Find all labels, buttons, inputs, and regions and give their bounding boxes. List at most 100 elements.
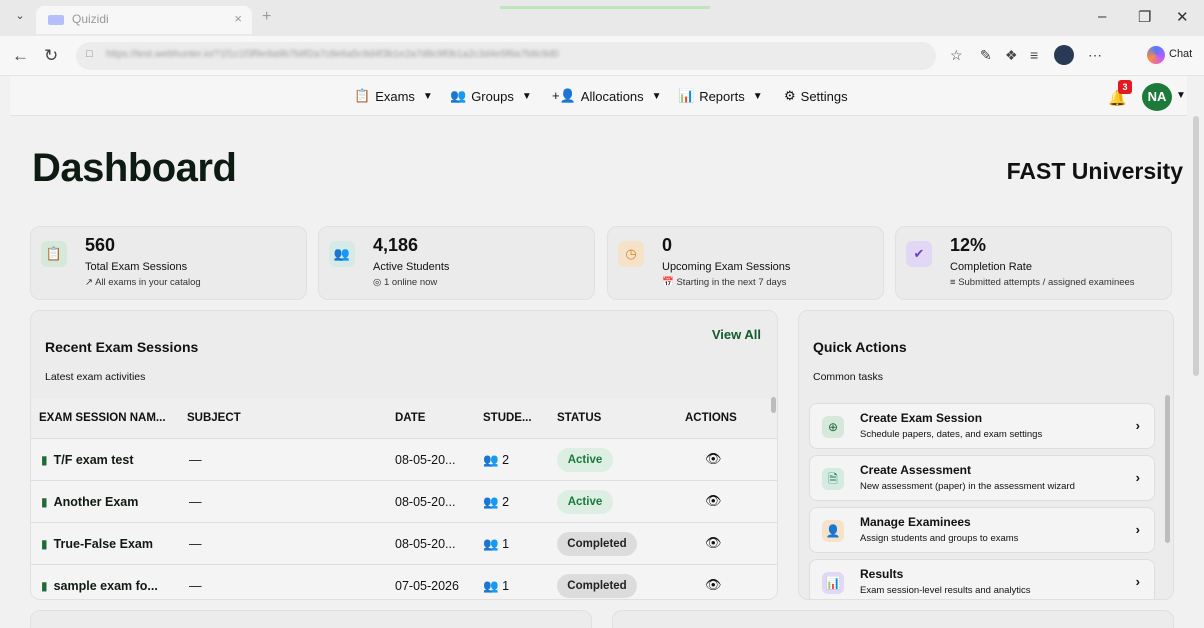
date-cell: 08-05-20... — [395, 453, 456, 467]
clock-icon: ◷ — [618, 241, 644, 267]
user-plus-icon: 👤 — [822, 520, 844, 542]
exam-name-cell: ▮ T/F exam test — [41, 453, 134, 467]
column-header-actions: ACTIONS — [685, 412, 737, 424]
tab-list-chevron-icon[interactable]: ⌄ — [10, 9, 30, 27]
check-circle-icon: ✔ — [906, 241, 932, 267]
stat-value: 0 — [662, 235, 673, 255]
quick-action-title: Create Exam Session — [860, 411, 983, 425]
chat-button[interactable]: Chat — [1169, 48, 1192, 60]
bottom-card-right — [612, 610, 1174, 628]
users-icon: 👥 — [483, 453, 499, 467]
date-cell: 07-05-2026 — [395, 579, 459, 593]
browser-tab[interactable]: Quizidi × — [36, 6, 252, 34]
quick-action-manage-examinees[interactable]: 👤 Manage Examinees Assign students and g… — [809, 507, 1155, 553]
column-header-subject[interactable]: SUBJECT — [187, 412, 241, 424]
column-header-name[interactable]: EXAM SESSION NAM... — [39, 412, 166, 424]
chevron-down-icon: ▼ — [422, 90, 433, 102]
stat-card-active-students: 👥 4,186 Active Students ◎ 1 online now — [318, 226, 595, 300]
chevron-down-icon: ▼ — [521, 90, 532, 102]
column-header-status[interactable]: STATUS — [557, 412, 601, 424]
table-row[interactable]: ▮ True-False Exam — 08-05-20... 👥 1 Compl… — [31, 523, 777, 565]
eye-icon[interactable]: 👁 — [705, 535, 722, 551]
view-all-link[interactable]: View All — [712, 327, 761, 342]
status-badge: Active — [557, 490, 613, 514]
favorite-star-icon[interactable]: ☆ — [950, 47, 963, 64]
favorites-list-icon[interactable]: ≡ — [1030, 47, 1038, 63]
page-scrollbar[interactable] — [1193, 116, 1199, 376]
quick-action-title: Create Assessment — [860, 463, 971, 477]
subject-cell: — — [189, 579, 202, 593]
eye-icon[interactable]: 👁 — [705, 451, 722, 467]
table-scrollbar[interactable] — [771, 397, 776, 413]
user-avatar[interactable]: NA — [1142, 83, 1172, 111]
stat-subtext: 📅 Starting in the next 7 days — [662, 277, 786, 288]
stat-subtext-text: Starting in the next 7 days — [676, 277, 787, 288]
plus-circle-icon: ⊕ — [822, 416, 844, 438]
stat-value: 560 — [85, 235, 116, 255]
stat-card-upcoming-sessions: ◷ 0 Upcoming Exam Sessions 📅 Starting in… — [607, 226, 884, 300]
table-row[interactable]: ▮ T/F exam test — 08-05-20... 👥 2 Active … — [31, 439, 777, 481]
quick-action-results[interactable]: 📊 Results Exam session-level results and… — [809, 559, 1155, 599]
stat-card-completion-rate: ✔ 12% Completion Rate ≡ Submitted attemp… — [895, 226, 1172, 300]
nav-groups[interactable]: 👥 Groups ▼ — [450, 88, 532, 104]
quick-action-desc: Assign students and groups to exams — [860, 533, 1019, 544]
nav-settings[interactable]: ⚙ Settings — [784, 88, 848, 104]
close-window-icon[interactable]: ✕ — [1176, 8, 1189, 26]
restore-icon[interactable]: ❐ — [1138, 8, 1151, 26]
stat-subtext: ◎ 1 online now — [373, 277, 437, 288]
close-icon[interactable]: × — [234, 11, 242, 26]
address-bar[interactable]: □ https://test.webhunter.io/?1f1c1f3f9e9… — [76, 42, 936, 70]
quick-action-create-assessment[interactable]: 🗎 Create Assessment New assessment (pape… — [809, 455, 1155, 501]
recent-sessions-panel: Recent Exam Sessions Latest exam activit… — [30, 310, 778, 600]
puzzle-icon[interactable]: ❖ — [1005, 47, 1018, 64]
app-header: 📋 Exams ▼ 👥 Groups ▼ +👤 Allocations ▼ 📊 … — [10, 76, 1187, 116]
user-plus-icon: +👤 — [552, 88, 576, 103]
exam-name-cell: ▮ Another Exam — [41, 495, 138, 509]
new-tab-icon[interactable]: + — [262, 8, 271, 26]
column-header-students[interactable]: STUDE... — [483, 412, 532, 424]
profile-avatar[interactable] — [1054, 45, 1074, 65]
browser-toolbar: ← ↻ □ https://test.webhunter.io/?1f1c1f3… — [0, 36, 1204, 76]
document-icon: ▮ — [41, 579, 48, 593]
table-row[interactable]: ▮ sample exam fo... — 07-05-2026 👥 1 Comp… — [31, 565, 777, 599]
back-icon[interactable]: ← — [12, 46, 29, 66]
stat-subtext: ↗ All exams in your catalog — [85, 277, 201, 288]
nav-exams[interactable]: 📋 Exams ▼ — [354, 88, 433, 104]
stat-value: 12% — [950, 235, 987, 255]
nav-reports[interactable]: 📊 Reports ▼ — [678, 88, 763, 104]
quick-action-create-exam-session[interactable]: ⊕ Create Exam Session Schedule papers, d… — [809, 403, 1155, 449]
subject-cell: — — [189, 537, 202, 551]
nav-allocations-label: Allocations — [580, 88, 644, 104]
chart-icon: 📊 — [822, 572, 844, 594]
date-cell: 08-05-20... — [395, 537, 456, 551]
nav-allocations[interactable]: +👤 Allocations ▼ — [552, 88, 662, 104]
site-info-icon[interactable]: □ — [86, 48, 93, 60]
column-header-date[interactable]: DATE — [395, 412, 425, 424]
table-row[interactable]: ▮ Another Exam — 08-05-20... 👥 2 Active 👁 — [31, 481, 777, 523]
clipboard-icon: 📋 — [41, 241, 67, 267]
copilot-icon[interactable] — [1147, 46, 1165, 64]
main-content: Dashboard FAST University 📋 560 Total Ex… — [10, 116, 1187, 628]
eye-icon[interactable]: 👁 — [705, 577, 722, 593]
organization-name: FAST University — [1006, 158, 1183, 184]
quick-actions-scrollbar[interactable] — [1165, 395, 1170, 543]
nav-settings-label: Settings — [800, 88, 848, 104]
document-icon: ▮ — [41, 495, 48, 509]
document-icon: ▮ — [41, 453, 48, 467]
reload-icon[interactable]: ↻ — [44, 46, 58, 66]
loading-bar — [500, 6, 710, 9]
students-cell: 👥 1 — [483, 537, 509, 552]
eye-icon[interactable]: 👁 — [705, 493, 722, 509]
document-icon: ▮ — [41, 537, 48, 551]
chevron-down-icon[interactable]: ▼ — [1176, 90, 1186, 101]
minimize-icon[interactable]: – — [1098, 8, 1106, 25]
subject-cell: — — [189, 453, 202, 467]
quick-action-desc: Schedule papers, dates, and exam setting… — [860, 429, 1043, 440]
stat-label: Completion Rate — [950, 261, 1032, 273]
date-cell: 08-05-20... — [395, 495, 456, 509]
more-icon[interactable]: ⋯ — [1088, 47, 1102, 64]
exam-name: T/F exam test — [53, 453, 134, 467]
gear-icon: ⚙ — [784, 88, 796, 103]
extension-icon[interactable]: ✎ — [980, 47, 992, 64]
panel-title: Quick Actions — [813, 339, 907, 355]
